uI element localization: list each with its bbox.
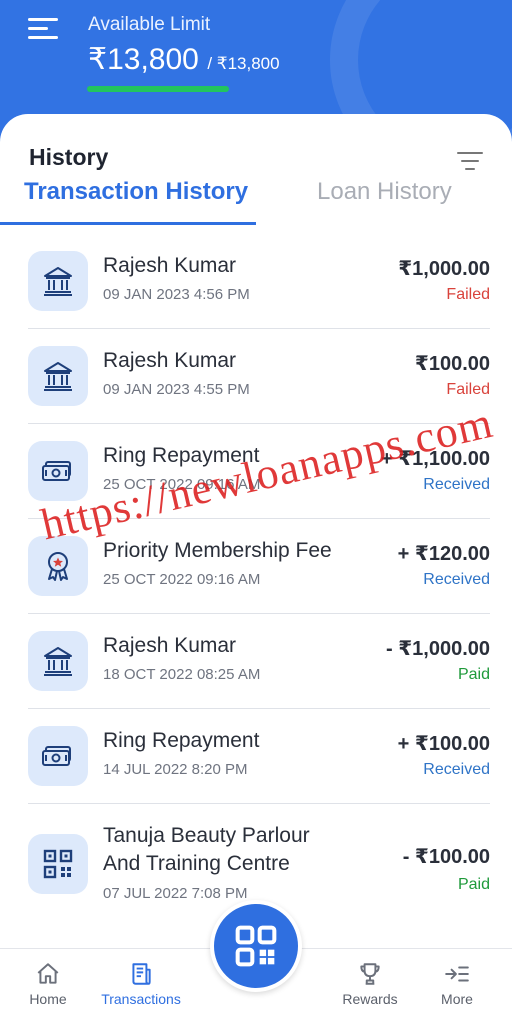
menu-icon[interactable] [28, 16, 60, 42]
more-icon [445, 966, 469, 982]
tab-loan-history[interactable]: Loan History [317, 178, 452, 206]
qr-icon [28, 834, 88, 894]
transaction-name: Rajesh Kumar [103, 349, 237, 372]
transaction-row[interactable]: Ring Repayment 25 OCT 2022 09:16 AM + ₹1,1… [28, 424, 490, 519]
transaction-status: Received [423, 761, 490, 778]
history-card: History Transaction History Loan History… [0, 114, 512, 1024]
nav-more-label: More [441, 991, 473, 1007]
home-icon [37, 963, 59, 984]
transaction-row[interactable]: Priority Membership Fee 25 OCT 2022 09:16… [28, 519, 490, 614]
active-tab-indicator [0, 222, 256, 225]
transaction-status: Received [423, 476, 490, 493]
limit-row: ₹13,800 / ₹13,800 [88, 42, 280, 77]
transaction-time: 14 JUL 2022 8:20 PM [103, 761, 248, 778]
transaction-name: Ring Repayment [103, 729, 260, 752]
transaction-row[interactable]: Rajesh Kumar 09 JAN 2023 4:56 PM ₹1,000.00… [28, 234, 490, 329]
transaction-row[interactable]: Rajesh Kumar 09 JAN 2023 4:55 PM ₹100.00 Fa… [28, 329, 490, 424]
transaction-name: Tanuja Beauty Parlour And Training Centr… [103, 824, 310, 875]
transaction-time: 25 OCT 2022 09:16 AM [103, 476, 261, 493]
limit-amount: ₹13,800 [88, 43, 199, 76]
bank-icon [28, 346, 88, 406]
trophy-icon [360, 963, 380, 985]
qr-scan-button[interactable] [210, 900, 302, 992]
bank-icon [28, 631, 88, 691]
tab-transaction-history[interactable]: Transaction History [24, 178, 248, 206]
transaction-name: Rajesh Kumar [103, 634, 237, 657]
transaction-time: 09 JAN 2023 4:56 PM [103, 286, 250, 303]
transaction-name: Ring Repayment [103, 444, 260, 467]
transaction-time: 25 OCT 2022 09:16 AM [103, 571, 261, 588]
nav-transactions-label: Transactions [101, 991, 181, 1007]
transaction-amount: + ₹100.00 [397, 733, 490, 755]
badge-icon [28, 536, 88, 596]
transaction-amount: ₹100.00 [414, 353, 490, 375]
transaction-amount: - ₹100.00 [402, 846, 490, 868]
nav-rewards[interactable]: Rewards [338, 961, 402, 1007]
transaction-status: Paid [457, 876, 490, 893]
transaction-amount: + ₹1,100.00 [380, 448, 490, 470]
limit-label: Available Limit [88, 14, 211, 35]
nav-transactions[interactable]: Transactions [96, 961, 186, 1007]
page-title: History [29, 144, 109, 170]
limit-progress-bar [87, 86, 229, 92]
nav-rewards-label: Rewards [342, 991, 398, 1007]
nav-home[interactable]: Home [24, 961, 72, 1007]
transaction-time: 07 JUL 2022 7:08 PM [103, 885, 248, 902]
nav-more[interactable]: More [434, 961, 480, 1007]
nav-home-label: Home [29, 991, 67, 1007]
bank-icon [28, 251, 88, 311]
transaction-row[interactable]: Ring Repayment 14 JUL 2022 8:20 PM + ₹100.… [28, 709, 490, 804]
transaction-time: 18 OCT 2022 08:25 AM [103, 666, 261, 683]
transaction-status: Failed [446, 286, 490, 303]
transaction-list: Rajesh Kumar 09 JAN 2023 4:56 PM ₹1,000.00… [28, 234, 490, 928]
transaction-name: Priority Membership Fee [103, 539, 332, 562]
limit-total: / ₹13,800 [207, 54, 280, 73]
transaction-time: 09 JAN 2023 4:55 PM [103, 381, 250, 398]
cash-icon [28, 726, 88, 786]
transaction-amount: - ₹1,000.00 [386, 638, 490, 660]
qr-scan-icon [235, 925, 277, 967]
transaction-status: Paid [457, 666, 490, 683]
transaction-status: Received [423, 571, 490, 588]
transaction-amount: + ₹120.00 [397, 543, 490, 565]
filter-icon[interactable] [457, 152, 483, 172]
transaction-status: Failed [446, 381, 490, 398]
receipt-icon [132, 963, 151, 985]
transaction-row[interactable]: Rajesh Kumar 18 OCT 2022 08:25 AM - ₹1,000… [28, 614, 490, 709]
transaction-name: Rajesh Kumar [103, 254, 237, 277]
transaction-amount: ₹1,000.00 [398, 258, 490, 280]
cash-icon [28, 441, 88, 501]
